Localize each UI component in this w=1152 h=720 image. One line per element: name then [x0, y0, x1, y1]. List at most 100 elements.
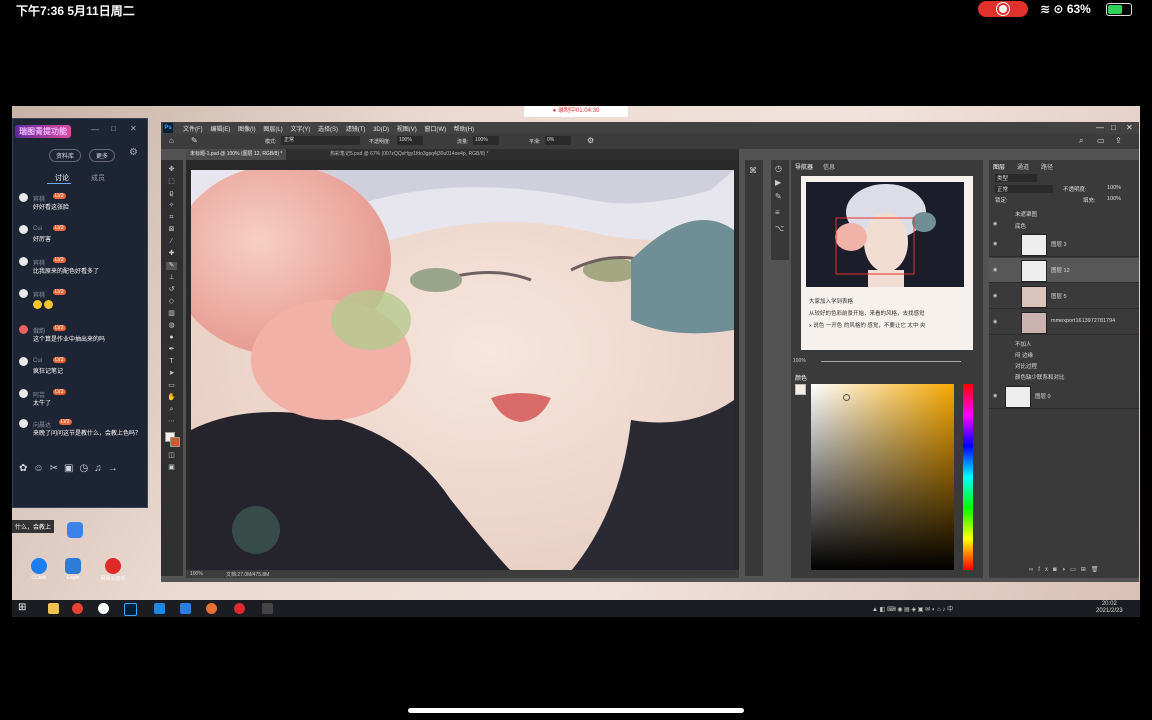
canvas-artwork[interactable]: [191, 170, 734, 571]
play-icon[interactable]: ▶: [775, 178, 781, 187]
layer-group[interactable]: 对比过程: [989, 360, 1139, 370]
crop-tool-icon[interactable]: ⌗: [166, 214, 177, 222]
file-explorer-icon[interactable]: [48, 603, 59, 614]
app-icon[interactable]: [262, 603, 273, 614]
menu-file[interactable]: 文件(F): [183, 127, 203, 133]
pen-tool-icon[interactable]: ✒: [166, 346, 177, 354]
document-tab-active[interactable]: 未标题-1.psd @ 100% (图层 12, RGB/8) *: [186, 149, 287, 160]
hand-tool-icon[interactable]: ✋: [166, 394, 177, 402]
maximize-icon[interactable]: □: [1111, 123, 1116, 132]
healing-brush-icon[interactable]: ✚: [166, 250, 177, 258]
folder-icon[interactable]: ▭: [1070, 567, 1081, 573]
bell-icon[interactable]: ♫: [94, 463, 108, 474]
eye-icon[interactable]: ◉: [993, 267, 997, 273]
workspace-icon[interactable]: ▭: [1097, 136, 1105, 145]
color-picker-cursor[interactable]: [843, 394, 850, 401]
library-button[interactable]: 资料库: [49, 149, 82, 162]
photoshop-task-icon[interactable]: [124, 603, 137, 616]
system-tray[interactable]: ▲ ◧ ⌨ ◉ ▤ ◈ ▣ ✉ ◐ ⌂ ♪ 中: [872, 604, 953, 613]
brush-tool-icon[interactable]: ✎: [166, 262, 177, 270]
gradient-tool-icon[interactable]: ▥: [166, 310, 177, 318]
gear-icon[interactable]: ⚙: [129, 147, 138, 158]
background-color-swatch[interactable]: [170, 437, 180, 447]
frame-tool-icon[interactable]: ⊠: [166, 226, 177, 234]
tab-members[interactable]: 成员: [91, 173, 105, 183]
new-layer-icon[interactable]: ⊞: [1081, 567, 1091, 573]
gear-icon[interactable]: ⚙: [587, 136, 594, 145]
search-icon[interactable]: ⌕: [1079, 136, 1083, 146]
menu-3d[interactable]: 3D(D): [373, 127, 389, 133]
layer-row[interactable]: ◉ mmexport1613972781794: [989, 310, 1139, 335]
desktop-icon-eagle[interactable]: Eagle: [58, 558, 88, 581]
app-icon[interactable]: [180, 603, 191, 614]
emoji-picker-icon[interactable]: ☺: [33, 463, 49, 474]
screen-recording-indicator[interactable]: [978, 1, 1028, 17]
chrome-icon[interactable]: [72, 603, 83, 614]
send-arrow-icon[interactable]: →: [108, 463, 124, 474]
menu-view[interactable]: 视图(V): [397, 127, 417, 133]
taskbar-clock[interactable]: 20:02 2021/2/23: [1096, 601, 1123, 615]
magic-wand-icon[interactable]: ✧: [166, 202, 177, 210]
trash-icon[interactable]: 🗑: [1091, 567, 1104, 573]
zoom-tool-icon[interactable]: ⌕: [166, 406, 177, 414]
tab-channels[interactable]: 通道: [1017, 162, 1029, 171]
quick-mask-icon[interactable]: ◫: [166, 452, 177, 460]
clock-icon[interactable]: ◷: [79, 463, 94, 474]
navigator-zoom[interactable]: 100%: [793, 358, 806, 364]
layer-group[interactable]: 颜色缺少联系和对比: [989, 371, 1139, 381]
layer-row-selected[interactable]: ◉ 图层 12: [989, 258, 1139, 283]
tab-info[interactable]: 信息: [823, 162, 835, 171]
layer-kind-filter[interactable]: 类型: [995, 174, 1037, 182]
eraser-icon[interactable]: ◇: [166, 298, 177, 306]
blur-tool-icon[interactable]: ◍: [166, 322, 177, 330]
adjust-icon[interactable]: ⌘: [749, 166, 757, 175]
adjustment-layer-icon[interactable]: ◑: [1062, 567, 1071, 573]
flower-icon[interactable]: ✿: [19, 463, 33, 474]
move-tool-icon[interactable]: ✥: [166, 166, 177, 174]
menu-help[interactable]: 帮助(H): [454, 127, 474, 133]
eye-icon[interactable]: ◉: [993, 241, 997, 247]
marquee-tool-icon[interactable]: ⬚: [166, 178, 177, 186]
menu-select[interactable]: 选择(S): [318, 127, 338, 133]
eye-icon[interactable]: ◉: [993, 221, 997, 227]
screen-mode-icon[interactable]: ▣: [166, 464, 177, 472]
type-tool-icon[interactable]: T: [166, 358, 177, 366]
history-brush-icon[interactable]: ↺: [166, 286, 177, 294]
fill-value[interactable]: 100%: [1107, 196, 1121, 202]
layer-row[interactable]: ◉ 图层 0: [989, 384, 1139, 409]
opacity-input[interactable]: 100%: [397, 136, 423, 145]
color-swatch[interactable]: [795, 384, 806, 395]
smoothing-input[interactable]: 0%: [545, 136, 571, 145]
dodge-tool-icon[interactable]: ●: [166, 334, 177, 342]
more-tools-icon[interactable]: ⋯: [166, 418, 177, 426]
windows-start-icon[interactable]: ⊞: [18, 602, 26, 613]
menu-filter[interactable]: 滤镜(T): [346, 127, 366, 133]
adjustments-icon[interactable]: ≡: [775, 208, 780, 217]
navigator-zoom-slider[interactable]: [821, 361, 961, 362]
document-tab[interactable]: 热彩笔记5.psd @ 67% (007zQQsHgy1fdo3gpq4j30u…: [326, 149, 493, 160]
flow-input[interactable]: 100%: [473, 136, 499, 145]
edge-icon[interactable]: [154, 603, 165, 614]
layer-group[interactable]: 未遮罩图: [989, 208, 1139, 218]
desktop-icon[interactable]: [60, 522, 90, 539]
brush-settings-icon[interactable]: ✎: [775, 192, 782, 201]
menu-layer[interactable]: 图层(L): [263, 127, 282, 133]
image-icon[interactable]: ▣: [64, 463, 79, 474]
shape-tool-icon[interactable]: ▭: [166, 382, 177, 390]
layer-group[interactable]: 不加人: [989, 338, 1139, 348]
layer-row[interactable]: ◉ 图层 3: [989, 232, 1139, 257]
link-icon[interactable]: ∞: [1029, 567, 1038, 573]
zoom-level[interactable]: 100%: [190, 571, 203, 577]
layer-row[interactable]: ◉ 图层 5: [989, 284, 1139, 309]
navigator-thumbnail[interactable]: 大家加入学到表格 从较好的色彩前景开始，来看的风格，去找感觉 x 说色 一开色 …: [801, 176, 973, 350]
fx-icon[interactable]: fx: [1038, 567, 1053, 573]
home-icon[interactable]: ⌂: [169, 136, 174, 145]
maximize-icon[interactable]: □: [111, 124, 116, 133]
eye-icon[interactable]: ◉: [993, 393, 997, 399]
menu-window[interactable]: 窗口(W): [424, 127, 446, 133]
desktop-icon-netease[interactable]: 网易云音乐: [98, 558, 128, 582]
tab-layers[interactable]: 图层: [993, 162, 1005, 171]
tab-navigator[interactable]: 导航器: [795, 162, 813, 171]
eye-icon[interactable]: ◉: [993, 319, 997, 325]
brush-icon[interactable]: ✎: [191, 136, 198, 145]
